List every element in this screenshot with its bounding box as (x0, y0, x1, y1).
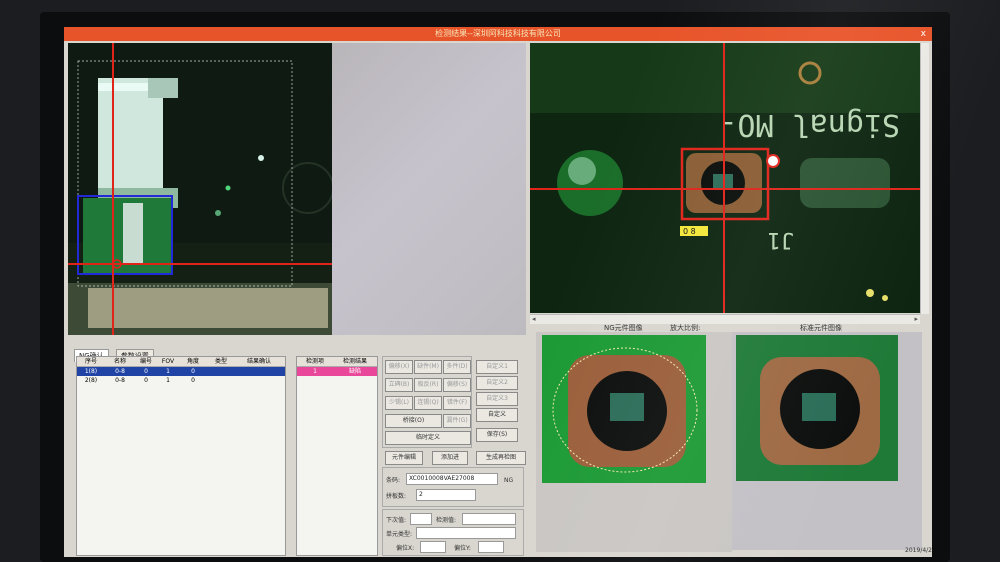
col-header: 名称 (113, 358, 126, 365)
defect-label: 0 8 (683, 227, 696, 236)
cell: 2(8) (84, 377, 98, 384)
less-solder-button[interactable]: 少锡(L) (385, 396, 413, 410)
col-header: 类型 (214, 358, 227, 365)
silkscreen-text: Signal MO- (719, 107, 900, 142)
board-camera-view[interactable] (68, 43, 332, 335)
custom1-button[interactable]: 自定义1 (476, 360, 518, 374)
col-header: 编号 (139, 358, 152, 365)
result-table: 检测项 检测结果 1 缺陷 (296, 356, 378, 556)
cell: 缺陷 (348, 368, 361, 375)
cell (235, 376, 283, 385)
cell: 0 (191, 368, 195, 375)
zoomed-image: Signal MO- J1 0 8 (530, 43, 926, 313)
cell: 0-8 (115, 377, 125, 384)
left-tabs: NG确认 参数设置 (74, 343, 156, 362)
table-row[interactable]: 1 缺陷 (297, 367, 377, 376)
table-row[interactable]: 1(8) 0-8 0 1 0 (77, 367, 285, 376)
barcode-field[interactable]: XC0010008VAE27008 (406, 473, 498, 485)
ng-table: 序号 名称 编号 FOV 角度 类型 结果确认 1(8) 0-8 0 1 0 2… (76, 356, 286, 556)
shift-button[interactable]: 偏移(S) (443, 378, 471, 392)
scroll-right-icon[interactable]: ▸ (914, 315, 918, 323)
zoom-horizontal-scrollbar[interactable]: ◂ ▸ (530, 314, 920, 324)
custom3-button[interactable]: 自定义3 (476, 392, 518, 406)
wrong-part-button[interactable]: 错件(F) (443, 396, 471, 410)
tray-clock: 2019/4/2 (905, 547, 932, 554)
board-image (68, 43, 332, 335)
scroll-left-icon[interactable]: ◂ (532, 315, 536, 323)
col-header: 序号 (84, 358, 97, 365)
zoom-camera-view[interactable]: Signal MO- J1 0 8 (530, 43, 926, 313)
zoom-vertical-scrollbar[interactable] (920, 43, 929, 314)
silkscreen-j1: J1 (768, 227, 795, 252)
cell: 0-8 (115, 368, 125, 375)
standard-part-image (736, 335, 898, 481)
app-screen: 检测结果--深圳阿科技科技有限公司 x Signal MO- J1 0 8 ◂ … (64, 27, 932, 557)
ng-part-image (542, 335, 706, 483)
cell: 0 (191, 377, 195, 384)
unit-type-label: 单元类型: (386, 531, 413, 538)
close-button[interactable]: x (921, 27, 926, 41)
tombstone-button[interactable]: 立碑(B) (385, 378, 413, 392)
offset-x-field[interactable] (420, 541, 446, 553)
empty-image-pane (332, 43, 526, 335)
check-value-label: 检测值: (436, 517, 457, 524)
check-value-field[interactable] (462, 513, 516, 525)
table-row[interactable]: 2(8) 0-8 0 1 0 (77, 376, 285, 385)
generate-report-button[interactable]: 生成再检图 (476, 451, 526, 465)
cell: 1 (166, 377, 170, 384)
cell: 0 (144, 377, 148, 384)
offset-x-button[interactable]: 偏移(X) (385, 360, 413, 374)
col-header: 检测结果 (342, 358, 367, 365)
system-tray: 2019/4/2 (834, 545, 932, 557)
offset-y-field[interactable] (478, 541, 504, 553)
next-value-label: 下次值: (386, 517, 407, 524)
col-header: 角度 (186, 358, 199, 365)
col-header: 结果确认 (246, 358, 271, 365)
title-bar: 检测结果--深圳阿科技科技有限公司 x (64, 27, 932, 41)
add-pass-button[interactable]: 添加进 (432, 451, 468, 465)
temp-define-button[interactable]: 临时定义 (385, 431, 471, 445)
leak-button[interactable]: 漏件(G) (443, 414, 471, 428)
window-title: 检测结果--深圳阿科技科技有限公司 (435, 29, 561, 38)
board-count-field[interactable]: 2 (416, 489, 476, 501)
bridge-button[interactable]: 桥接(O) (385, 414, 442, 428)
custom-button[interactable]: 自定义 (476, 408, 518, 422)
col-header: 检测项 (305, 358, 324, 365)
ng-flag: NG (504, 477, 514, 484)
cell: 1 (313, 368, 317, 375)
ng-table-header: 序号 名称 编号 FOV 角度 类型 结果确认 (77, 357, 285, 367)
missing-button[interactable]: 缺件(M) (414, 360, 442, 374)
next-value-field[interactable] (410, 513, 432, 525)
cell (207, 376, 235, 385)
cell (207, 367, 235, 376)
board-count-label: 拼板数: (386, 493, 407, 500)
bridge-solder-button[interactable]: 连锡(Q) (414, 396, 442, 410)
cell: 1 (166, 368, 170, 375)
offset-x-label: 偏位X: (396, 545, 415, 552)
cell (235, 367, 283, 376)
custom2-button[interactable]: 自定义2 (476, 376, 518, 390)
barcode-label: 条码: (386, 477, 401, 484)
unit-type-field[interactable] (416, 527, 516, 539)
cell: 1(8) (84, 368, 98, 375)
save-button[interactable]: 保存(S) (476, 428, 518, 442)
result-table-header: 检测项 检测结果 (297, 357, 377, 367)
cell: 0 (144, 368, 148, 375)
reverse-button[interactable]: 极反(R) (414, 378, 442, 392)
part-edit-button[interactable]: 元件编辑 (385, 451, 423, 465)
col-header: FOV (161, 358, 175, 365)
offset-y-label: 偏位Y: (454, 545, 471, 552)
extra-button[interactable]: 多件(D) (443, 360, 471, 374)
